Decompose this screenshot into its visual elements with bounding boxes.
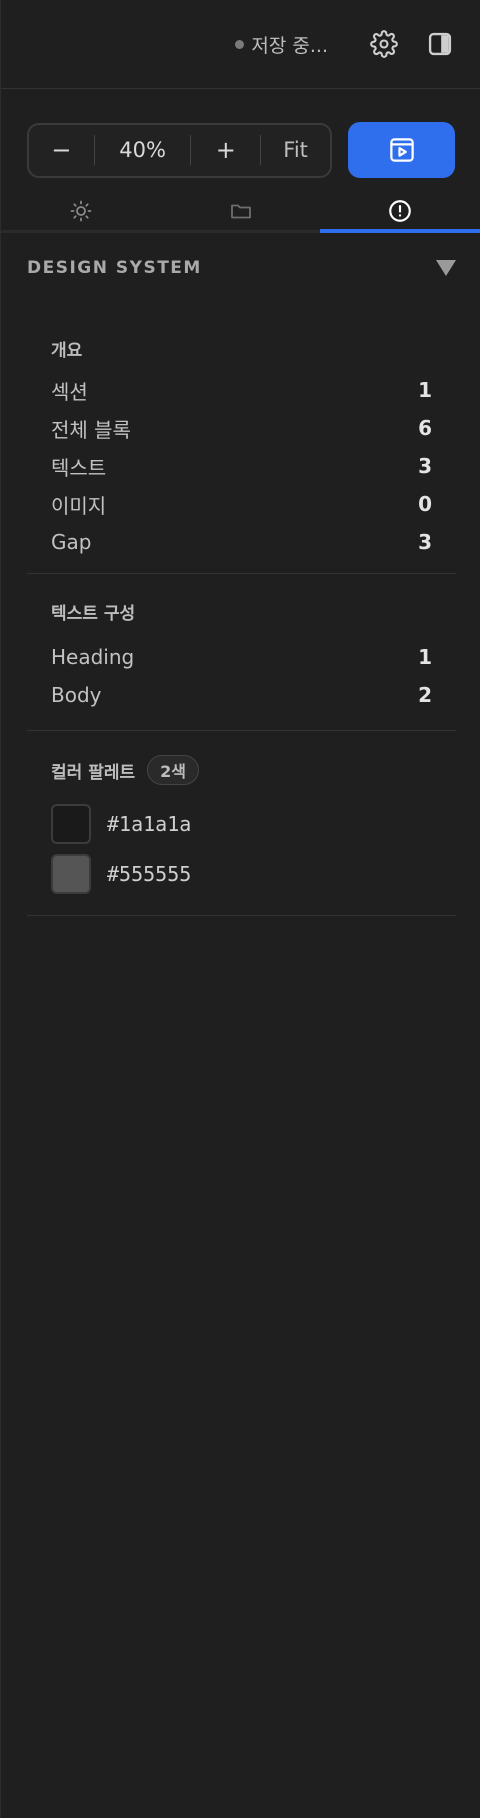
tab-files[interactable] [161,191,321,230]
color-hex: #555555 [107,862,192,886]
panel-toggle-button[interactable] [418,22,462,66]
sidebar-toggle-icon [428,32,452,56]
text-composition-group: 텍스트 구성 Heading 1 Body 2 [27,574,456,731]
sun-icon [70,200,92,221]
color-hex: #1a1a1a [107,812,192,836]
color-swatch[interactable] [51,854,91,894]
palette-title-text: 컬러 팔레트 [51,762,136,783]
preview-button[interactable] [348,122,455,178]
stat-label: 전체 블록 [51,417,131,442]
panel-tabs [1,191,480,233]
zoom-fit-button[interactable]: Fit [261,125,330,176]
stat-row: 이미지 0 [51,485,432,523]
zoom-toolbar: − 40% + Fit [1,109,480,191]
stat-value: 6 [418,416,432,440]
stat-label: 텍스트 [51,455,107,480]
collapse-caret-icon[interactable] [436,260,456,276]
zoom-level[interactable]: 40% [95,125,190,176]
stat-label: 이미지 [51,493,107,518]
settings-button[interactable] [362,22,406,66]
stat-label: Heading [51,645,135,669]
color-count-badge: 2색 [147,755,199,785]
text-composition-title: 텍스트 구성 [51,603,136,624]
stat-value: 1 [418,378,432,402]
stat-value: 1 [418,645,432,669]
stat-row: Body 2 [51,676,432,714]
tab-style[interactable] [1,191,161,230]
zoom-in-button[interactable]: + [191,125,260,176]
stat-value: 0 [418,492,432,516]
status-dot [235,39,245,49]
stat-value: 3 [418,454,432,478]
overview-title: 개요 [51,340,83,361]
color-swatch-row[interactable]: #1a1a1a [51,799,432,849]
folder-icon [230,204,251,218]
save-status: 저장 중... [235,31,328,58]
stat-row: 텍스트 3 [51,447,432,485]
stat-row: Heading 1 [51,638,432,676]
design-system-header[interactable]: DESIGN SYSTEM [1,235,480,301]
zoom-control: − 40% + Fit [27,122,332,178]
play-preview-icon [389,138,414,162]
section-title: DESIGN SYSTEM [27,258,202,278]
alert-circle-icon [389,199,412,222]
zoom-out-button[interactable]: − [29,125,94,176]
status-text: 저장 중... [251,34,328,57]
stat-row: 섹션 1 [51,371,432,409]
stat-row: 전체 블록 6 [51,409,432,447]
stat-label: Gap [51,530,92,554]
color-swatch-row[interactable]: #555555 [51,849,432,899]
color-swatch[interactable] [51,804,91,844]
gear-icon [370,30,398,58]
overview-group: 개요 섹션 1 전체 블록 6 텍스트 3 이미지 0 Gap 3 [27,301,456,574]
stat-row: Gap 3 [51,523,432,561]
tab-info[interactable] [320,191,480,233]
top-bar: 저장 중... [1,0,480,89]
design-panel: 저장 중... − 40% + Fit DESIGN SYSTEM 개요 섹션 … [0,0,480,1818]
color-palette-title: 컬러 팔레트 2색 [51,755,432,785]
stat-label: 섹션 [51,379,88,404]
color-palette-group: 컬러 팔레트 2색 #1a1a1a #555555 [27,731,456,916]
stat-value: 2 [418,683,432,707]
stat-label: Body [51,683,102,707]
stat-value: 3 [418,530,432,554]
